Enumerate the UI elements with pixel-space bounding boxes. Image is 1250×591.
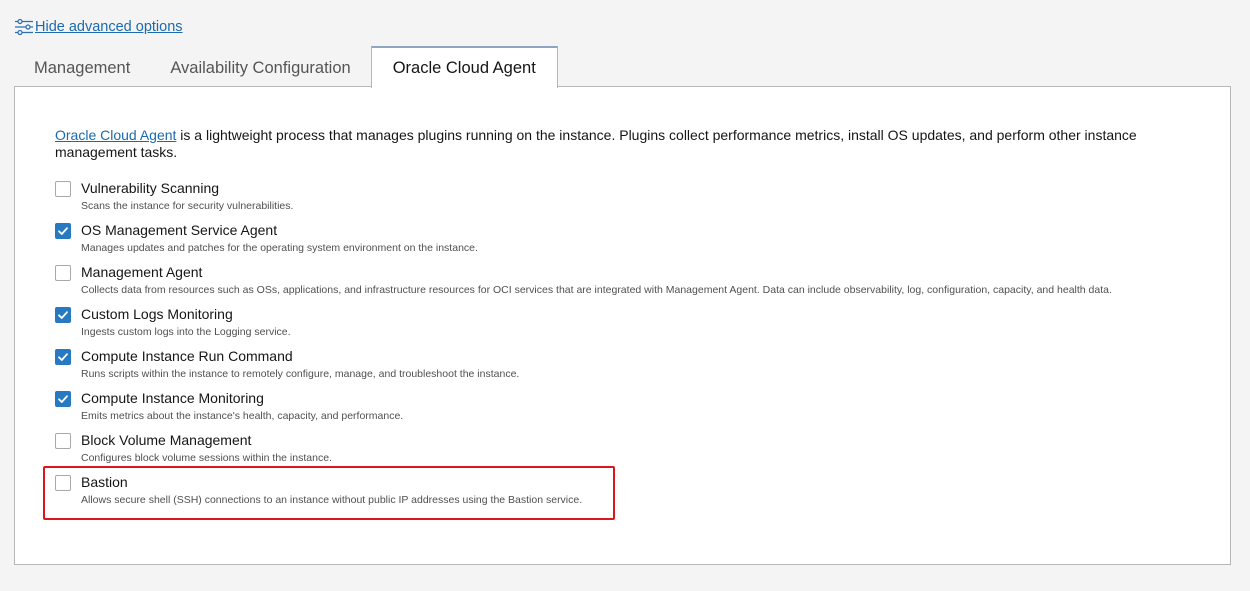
option-management-agent: Management Agent Collects data from reso… [55, 264, 1215, 306]
bastion-highlight-box [43, 466, 615, 520]
checkmark-icon [58, 311, 68, 319]
checkmark-icon [58, 227, 68, 235]
option-compute-instance-run-command: Compute Instance Run Command Runs script… [55, 348, 1215, 390]
intro-paragraph: Oracle Cloud Agent is a lightweight proc… [55, 127, 1175, 161]
management-agent-checkbox[interactable] [55, 265, 71, 281]
option-custom-logs-monitoring: Custom Logs Monitoring Ingests custom lo… [55, 306, 1215, 348]
vulnerability-scanning-checkbox[interactable] [55, 181, 71, 197]
option-label: Block Volume Management [81, 432, 252, 448]
option-label: Compute Instance Run Command [81, 348, 293, 364]
option-description: Configures block volume sessions within … [81, 452, 332, 464]
compute-instance-run-command-checkbox[interactable] [55, 349, 71, 365]
custom-logs-monitoring-checkbox[interactable] [55, 307, 71, 323]
tab-management[interactable]: Management [14, 48, 150, 88]
tab-bar: Management Availability Configuration Or… [14, 46, 558, 88]
option-description: Runs scripts within the instance to remo… [81, 368, 520, 380]
sliders-icon [14, 18, 34, 36]
hide-advanced-options-label: Hide advanced options [35, 19, 183, 35]
intro-text: is a lightweight process that manages pl… [55, 127, 1137, 160]
option-description: Scans the instance for security vulnerab… [81, 200, 294, 212]
option-compute-instance-monitoring: Compute Instance Monitoring Emits metric… [55, 390, 1215, 432]
oracle-cloud-agent-panel: Oracle Cloud Agent is a lightweight proc… [14, 86, 1231, 565]
checkmark-icon [58, 395, 68, 403]
block-volume-management-checkbox[interactable] [55, 433, 71, 449]
option-label: Custom Logs Monitoring [81, 306, 233, 322]
hide-advanced-options-link[interactable]: Hide advanced options [14, 18, 183, 36]
option-label: Vulnerability Scanning [81, 180, 220, 196]
oracle-cloud-agent-link[interactable]: Oracle Cloud Agent [55, 127, 176, 143]
tab-oracle-cloud-agent[interactable]: Oracle Cloud Agent [370, 46, 558, 88]
option-label: OS Management Service Agent [81, 222, 278, 238]
tab-availability-configuration[interactable]: Availability Configuration [150, 48, 370, 88]
compute-instance-monitoring-checkbox[interactable] [55, 391, 71, 407]
option-label: Management Agent [81, 264, 203, 280]
option-label: Compute Instance Monitoring [81, 390, 264, 406]
option-description: Ingests custom logs into the Logging ser… [81, 326, 291, 338]
option-description: Collects data from resources such as OSs… [81, 284, 1112, 296]
os-management-service-agent-checkbox[interactable] [55, 223, 71, 239]
option-description: Manages updates and patches for the oper… [81, 242, 478, 254]
option-vulnerability-scanning: Vulnerability Scanning Scans the instanc… [55, 180, 1215, 222]
option-description: Emits metrics about the instance's healt… [81, 410, 404, 422]
checkmark-icon [58, 353, 68, 361]
option-os-management-service-agent: OS Management Service Agent Manages upda… [55, 222, 1215, 264]
